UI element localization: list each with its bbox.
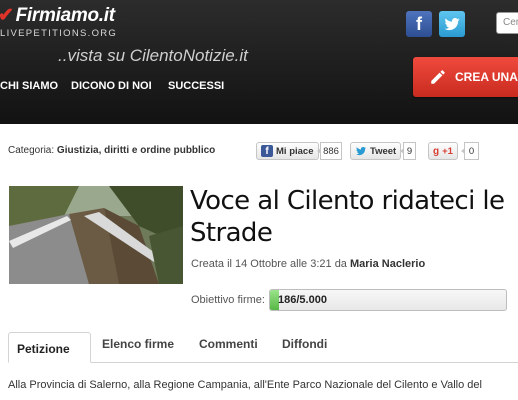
tweet-button[interactable]: Tweet [350,142,402,160]
nav-dicono-di-noi[interactable]: DICONO DI NOI [71,80,152,92]
tab-elenco-firme[interactable]: Elenco firme [102,337,174,351]
like-count: 886 [317,142,342,160]
signature-progress-bar: 186/5.000 [269,289,507,311]
created-text: Creata il 14 Ottobre alle 3:21 da [191,258,347,270]
facebook-like-button[interactable]: f Mi piace [256,142,319,160]
goal-label: Obiettivo firme: [191,294,265,306]
google-plus-button[interactable]: g +1 [428,142,458,160]
author-link[interactable]: Maria Naclerio [350,258,425,270]
create-petition-label: CREA UNA [455,70,518,84]
like-label: Mi piace [276,145,314,157]
tab-commenti[interactable]: Commenti [199,337,258,351]
tweet-label: Tweet [370,145,397,157]
search-input[interactable]: Cer [496,12,518,34]
category-line: Categoria: Giustizia, diritti e ordine p… [8,145,215,156]
site-tagline: ..vista su CilentoNotizie.it [58,46,248,65]
petition-description: Alla Provincia di Salerno, alla Regione … [8,379,482,391]
gplus-count: 0 [461,142,479,160]
gplus-label: +1 [442,145,453,157]
category-link[interactable]: Giustizia, diritti e ordine pubblico [57,145,215,156]
site-header: ✔ Firmiamo.it LIVEPETITIONS.ORG ..vista s… [0,0,518,124]
tweet-count: 9 [400,142,416,160]
site-logo[interactable]: ✔ Firmiamo.it [0,4,115,27]
create-petition-button[interactable]: CREA UNA [413,57,518,97]
facebook-icon: f [261,145,273,157]
facebook-icon[interactable]: f [406,11,432,37]
tab-diffondi[interactable]: Diffondi [282,337,327,351]
logo-text: Firmiamo.it [15,5,115,26]
google-g-icon: g [433,145,440,157]
pencil-icon [431,70,445,84]
petition-title: Voce al Cilento ridateci le Strade [190,186,505,248]
nav-chi-siamo[interactable]: CHI SIAMO [0,80,58,92]
category-label: Categoria: [8,145,55,156]
tab-petizione[interactable]: Petizione [8,332,91,363]
twitter-icon[interactable] [439,11,465,37]
progress-text: 186/5.000 [278,294,327,306]
logo-subtitle: LIVEPETITIONS.ORG [0,28,118,39]
petition-photo [9,186,183,284]
petition-meta: Creata il 14 Ottobre alle 3:21 da Maria … [191,258,425,270]
checkmark-icon: ✔ [0,5,14,26]
twitter-bird-icon [356,147,367,156]
nav-successi[interactable]: SUCCESSI [168,80,224,92]
